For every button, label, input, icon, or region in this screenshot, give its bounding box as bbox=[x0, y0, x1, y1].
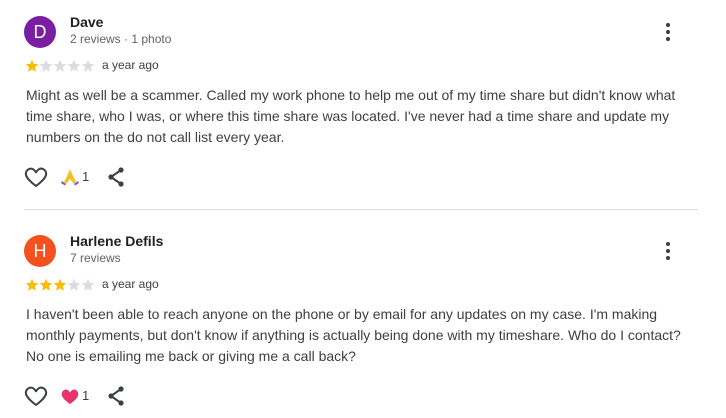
star-empty-icon bbox=[39, 59, 53, 72]
reviewer-name[interactable]: Dave bbox=[70, 14, 103, 30]
divider bbox=[24, 209, 698, 210]
share-icon bbox=[108, 167, 124, 187]
more-options-icon[interactable] bbox=[656, 239, 680, 263]
reviewer-meta: 7 reviews bbox=[70, 251, 121, 265]
star-empty-icon bbox=[81, 278, 95, 291]
star-filled-icon bbox=[39, 278, 53, 291]
review-text: Might as well be a scammer. Called my wo… bbox=[26, 87, 676, 145]
heart-icon bbox=[60, 387, 80, 405]
reviewer-name[interactable]: Harlene Defils bbox=[70, 233, 163, 249]
star-filled-icon bbox=[25, 59, 39, 72]
more-options-icon[interactable] bbox=[656, 20, 680, 44]
star-rating bbox=[25, 278, 95, 292]
reaction-count: 1 bbox=[82, 169, 90, 184]
share-button[interactable] bbox=[106, 385, 126, 407]
star-filled-icon bbox=[25, 278, 39, 291]
reaction-count: 1 bbox=[82, 388, 90, 403]
review-text: I haven't been able to reach anyone on t… bbox=[26, 306, 681, 364]
star-empty-icon bbox=[67, 59, 81, 72]
star-rating bbox=[25, 59, 95, 73]
avatar[interactable]: H bbox=[24, 235, 56, 267]
reviews-list: D Dave 2 reviews · 1 photo a year ago Mi… bbox=[0, 0, 726, 418]
share-button[interactable] bbox=[106, 166, 126, 188]
heart-outline-icon bbox=[24, 167, 48, 187]
review-time: a year ago bbox=[102, 277, 159, 291]
review-card: D Dave 2 reviews · 1 photo a year ago Mi… bbox=[0, 0, 726, 208]
share-icon bbox=[108, 386, 124, 406]
like-button[interactable] bbox=[24, 166, 48, 188]
reviewer-meta: 2 reviews · 1 photo bbox=[70, 32, 172, 46]
star-empty-icon bbox=[67, 278, 81, 291]
star-empty-icon bbox=[53, 59, 67, 72]
like-button[interactable] bbox=[24, 385, 48, 407]
star-empty-icon bbox=[81, 59, 95, 72]
star-filled-icon bbox=[53, 278, 67, 291]
review-time: a year ago bbox=[102, 58, 159, 72]
review-card: H Harlene Defils 7 reviews a year ago I … bbox=[0, 219, 726, 418]
praying-hands-icon bbox=[60, 168, 80, 186]
avatar[interactable]: D bbox=[24, 16, 56, 48]
heart-outline-icon bbox=[24, 386, 48, 406]
